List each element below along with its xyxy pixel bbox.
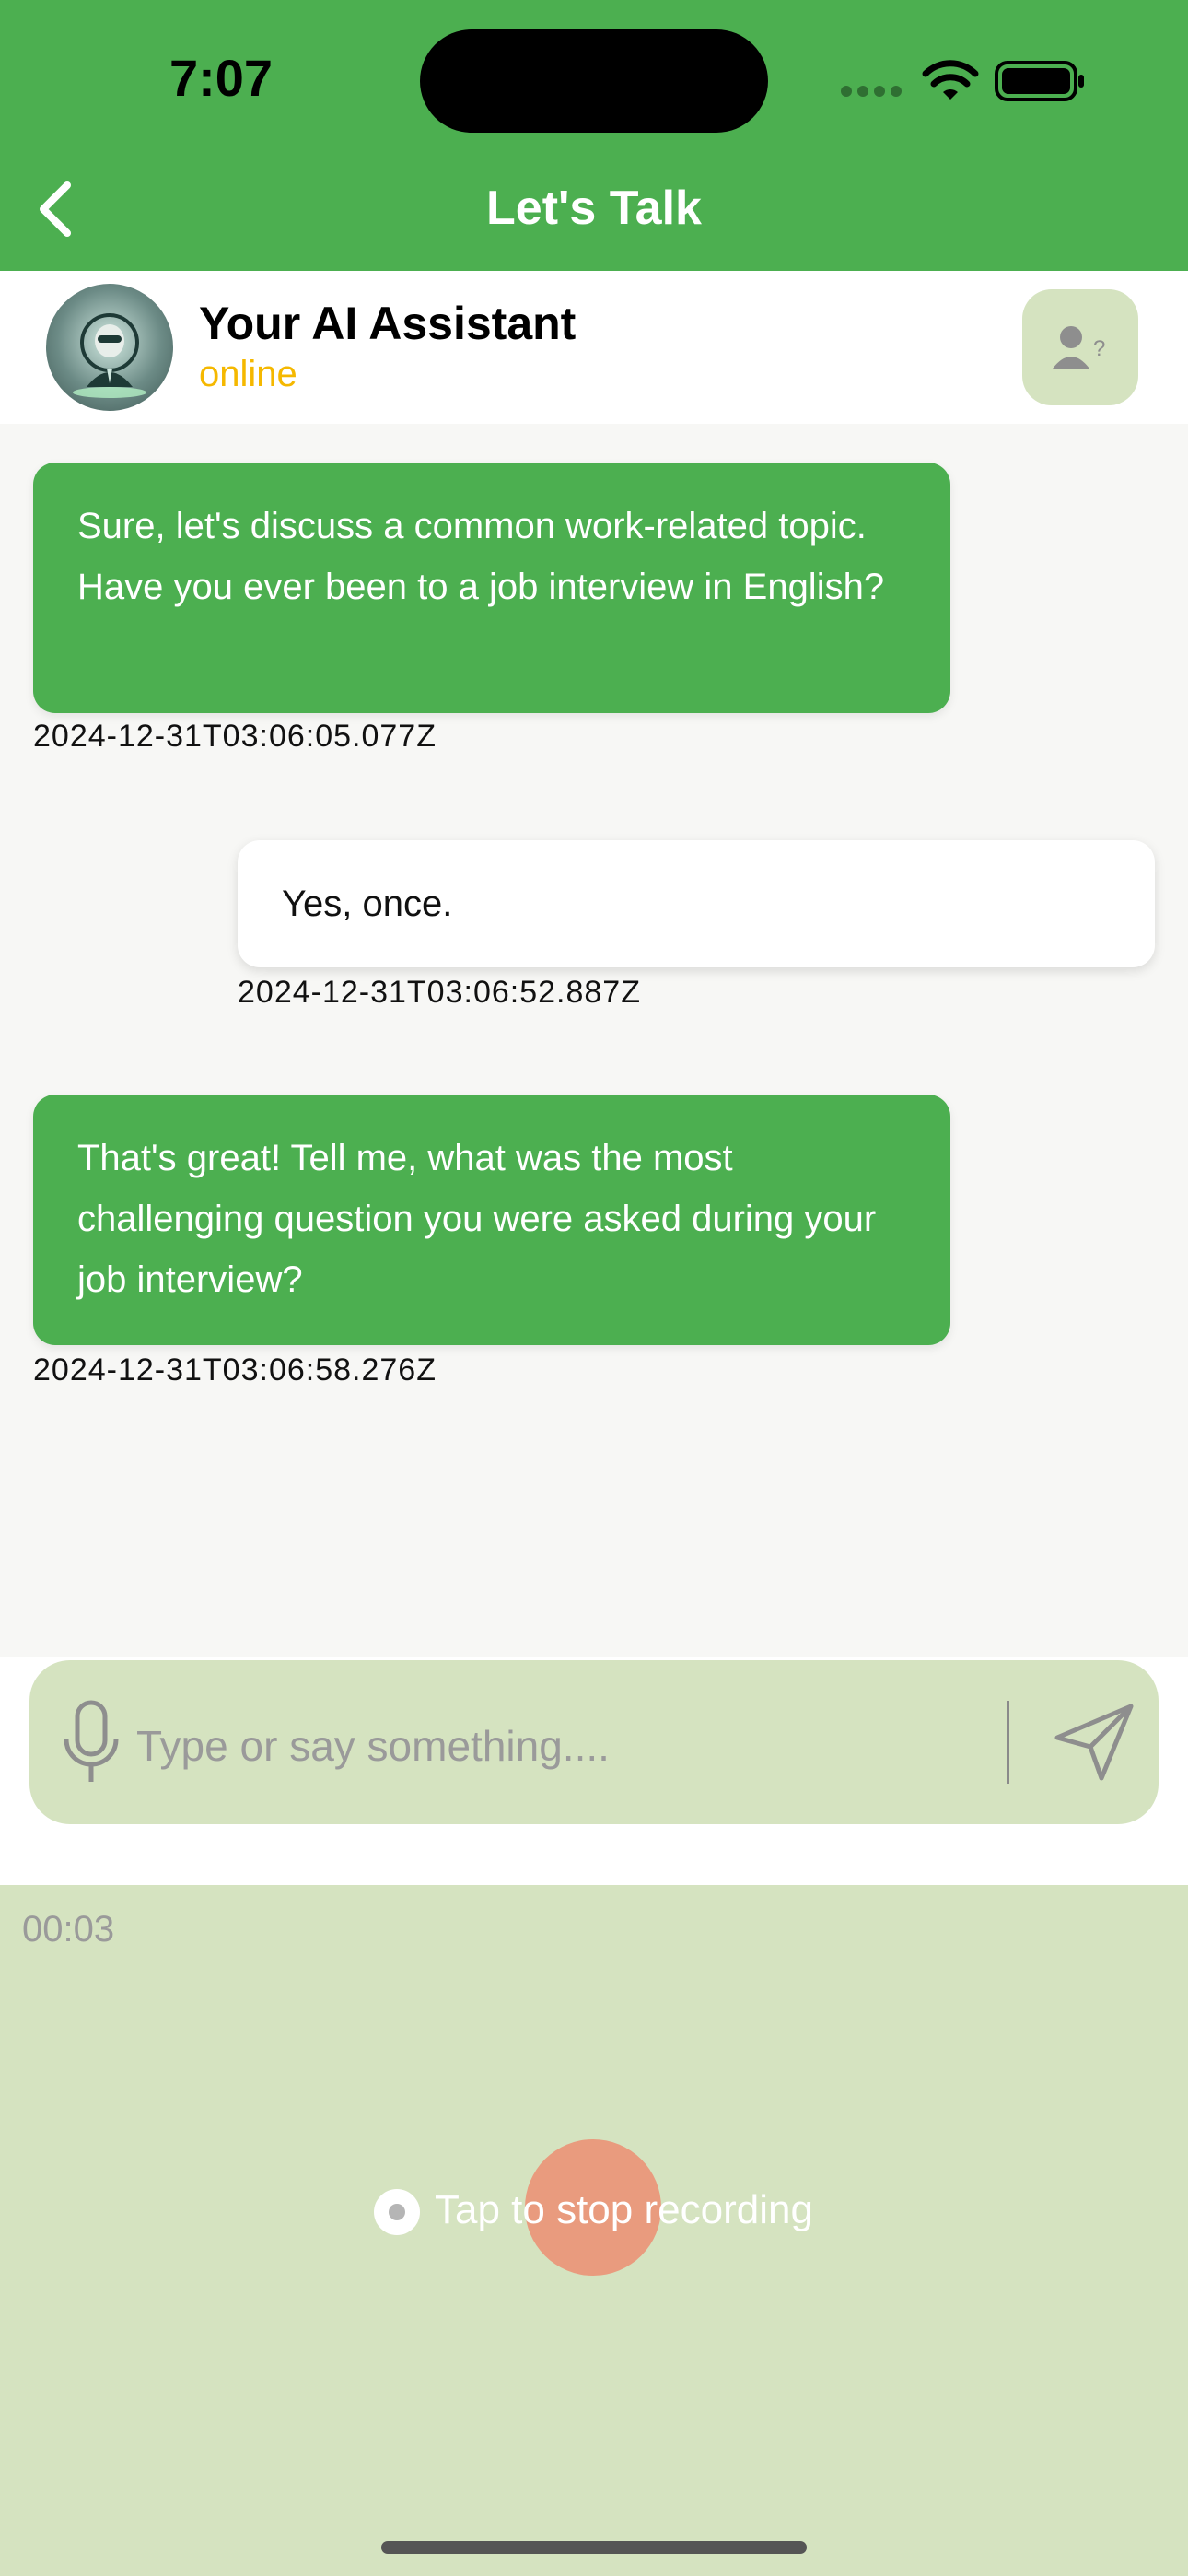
status-time: 7:07 [169,49,274,107]
dynamic-island [420,29,768,133]
message-timestamp: 2024-12-31T03:06:58.276Z [33,1352,437,1388]
record-dot-inner [389,2204,405,2220]
assistant-status: online [199,354,297,394]
assistant-header [0,271,1188,424]
robot-avatar-icon [73,313,146,398]
page-title: Let's Talk [486,181,702,235]
battery-icon [995,61,1084,101]
wifi-icon [922,60,979,100]
message-text: Yes, once. [282,884,453,924]
send-icon[interactable] [1050,1701,1138,1784]
message-bubble-user: Yes, once. [238,840,1155,967]
message-timestamp: 2024-12-31T03:06:52.887Z [238,975,641,1010]
message-bubble-assistant: Sure, let's discuss a common work-relate… [33,463,950,713]
avatar [46,284,173,411]
cellular-signal-icon [841,86,902,97]
message-bubble-assistant: That's great! Tell me, what was the most… [33,1095,950,1345]
profile-help-button[interactable]: ? [1022,289,1138,405]
message-text: That's great! Tell me, what was the most… [77,1138,877,1300]
profile-question-icon: ? [1053,326,1105,369]
message-text: Sure, let's discuss a common work-relate… [77,506,885,607]
stop-recording-label[interactable]: Tap to stop recording [435,2187,813,2233]
svg-text:?: ? [1093,336,1105,361]
recording-timer: 00:03 [22,1909,115,1950]
message-input[interactable]: Type or say something.... [136,1721,610,1771]
home-indicator [381,2541,807,2554]
microphone-icon[interactable] [59,1697,123,1787]
input-divider [1007,1701,1009,1784]
message-timestamp: 2024-12-31T03:06:05.077Z [33,719,437,754]
assistant-name: Your AI Assistant [199,298,577,349]
